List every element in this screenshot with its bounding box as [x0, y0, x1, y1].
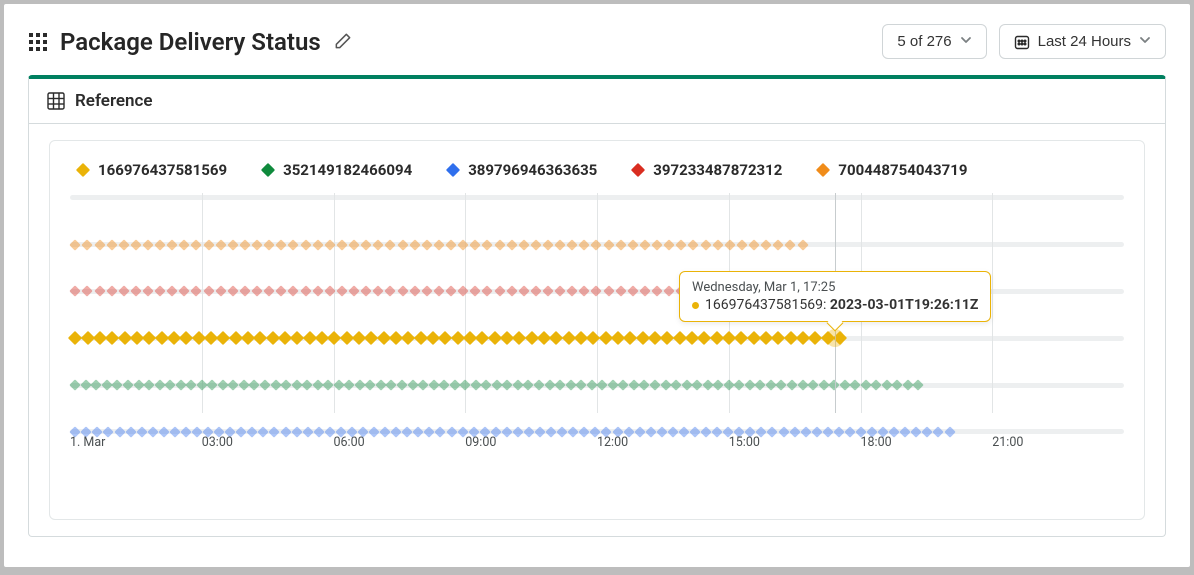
app-root: Package Delivery Status 5 of 276 Last 24…	[4, 4, 1190, 567]
chevron-down-icon	[960, 33, 972, 50]
x-tick-label: 12:00	[597, 435, 628, 450]
legend-item[interactable]: 166976437581569	[78, 161, 227, 179]
panel-header: Reference	[29, 79, 1165, 124]
x-tick-label: 03:00	[202, 435, 233, 450]
x-tick-label: 06:00	[334, 435, 365, 450]
panel-title: Reference	[75, 91, 153, 111]
x-tick-label: 1. Mar	[70, 435, 105, 450]
chevron-down-icon	[1139, 33, 1151, 50]
legend-item[interactable]: 352149182466094	[263, 161, 412, 179]
legend: 166976437581569 352149182466094 3897969463…	[70, 161, 1124, 179]
legend-marker	[631, 163, 645, 177]
legend-label: 389796946363635	[468, 161, 597, 179]
tooltip-marker	[692, 302, 699, 309]
plot-area[interactable]: Wednesday, Mar 1, 17:25166976437581569: …	[70, 193, 1124, 453]
timerange-label: Last 24 Hours	[1038, 33, 1131, 50]
legend-marker	[261, 163, 275, 177]
tooltip-title: Wednesday, Mar 1, 17:25	[692, 280, 978, 295]
legend-marker	[446, 163, 460, 177]
tooltip-series-label: 166976437581569:	[705, 297, 830, 313]
x-tick-label: 21:00	[992, 435, 1023, 450]
pager-button[interactable]: 5 of 276	[882, 24, 986, 59]
tooltip-value: 2023-03-01T19:26:11Z	[830, 297, 979, 313]
page-header: Package Delivery Status 5 of 276 Last 24…	[28, 24, 1166, 59]
x-tick-label: 15:00	[729, 435, 760, 450]
dashboard-icon	[28, 32, 48, 52]
legend-label: 166976437581569	[98, 161, 227, 179]
timerange-button[interactable]: Last 24 Hours	[999, 24, 1166, 59]
legend-marker	[816, 163, 830, 177]
legend-item[interactable]: 700448754043719	[818, 161, 967, 179]
legend-item[interactable]: 389796946363635	[448, 161, 597, 179]
edit-icon[interactable]	[333, 31, 355, 53]
legend-label: 397233487872312	[653, 161, 782, 179]
table-icon	[47, 92, 65, 110]
legend-label: 700448754043719	[838, 161, 967, 179]
pager-label: 5 of 276	[897, 33, 951, 50]
legend-label: 352149182466094	[283, 161, 412, 179]
x-tick-label: 09:00	[465, 435, 496, 450]
panel-body: 166976437581569 352149182466094 3897969463…	[29, 124, 1165, 536]
chart[interactable]: 166976437581569 352149182466094 3897969463…	[49, 140, 1145, 520]
legend-item[interactable]: 397233487872312	[633, 161, 782, 179]
x-axis: 1. Mar 03:00 06:00 09:00 12:00 15:00 18:00 21:0…	[70, 433, 1124, 453]
page-title: Package Delivery Status	[60, 28, 321, 56]
tooltip: Wednesday, Mar 1, 17:25166976437581569: …	[679, 271, 991, 322]
x-tick-label: 18:00	[861, 435, 892, 450]
legend-marker	[76, 163, 90, 177]
calendar-icon	[1014, 34, 1030, 50]
panel: Reference 166976437581569 352149182466094…	[28, 75, 1166, 537]
